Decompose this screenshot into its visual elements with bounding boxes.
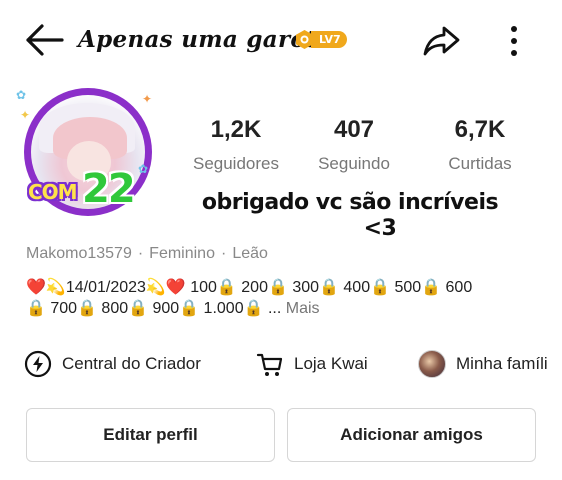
stat-value: 6,7K [454,116,506,143]
more-options-button[interactable] [500,20,528,60]
profile-avatar[interactable]: ✿ ✦ ✦ ✿ COM 22 [14,82,164,222]
edit-profile-button[interactable]: Editar perfil [26,408,275,462]
bio-line-2-wrap: 🔒 700🔒 800🔒 900🔒 1.000🔒 ... Mais [26,298,546,319]
avatar-badge-text: COM [28,180,78,204]
back-arrow-icon [26,24,64,56]
overlay-caption-line2: <3 [363,216,397,241]
zodiac-sign: Leão [232,245,268,262]
profile-bio: ❤️💫14/01/2023💫❤️ 100🔒 200🔒 300🔒 400🔒 500… [26,277,546,319]
lightning-icon [24,350,52,378]
shortcut-label: Central do Criador [62,354,201,373]
username: Makomo13579 [26,245,132,262]
bio-line-2: 🔒 700🔒 800🔒 900🔒 1.000🔒 ... [26,300,282,317]
more-vertical-icon [511,26,517,56]
separator: · [137,245,144,262]
stat-likes[interactable]: 6,7K Curtidas [420,116,540,174]
stat-value: 1,2K [210,116,262,143]
my-family-link[interactable]: Minha famíli [418,344,548,384]
top-bar: Apenas uma garota LV7 [0,0,562,84]
overlay-caption: obrigado vc são incríveis <3 [170,190,530,242]
stat-value: 407 [333,116,375,143]
share-icon [423,26,460,56]
profile-info-line: Makomo13579 · Feminino · Leão [26,245,268,263]
level-badge: LV7 [294,29,347,50]
back-button[interactable] [22,18,66,62]
share-button[interactable] [420,20,464,60]
family-avatar [418,350,446,378]
overlay-caption-line1: obrigado vc são incríveis [201,190,499,215]
shortcut-label: Minha famíli [456,354,548,373]
stat-label: Seguidores [192,154,279,173]
gender: Feminino [149,245,215,262]
shortcut-label: Loja Kwai [294,354,368,373]
creator-center-link[interactable]: Central do Criador [24,344,201,384]
sparkle-icon: ✿ [138,162,149,176]
separator: · [220,245,227,262]
avatar-badge-number: 22 [82,166,136,212]
sparkle-icon: ✦ [142,92,153,106]
sparkle-icon: ✿ [16,88,27,102]
add-friends-button[interactable]: Adicionar amigos [287,408,536,462]
cart-icon [256,350,284,378]
bio-line-1: ❤️💫14/01/2023💫❤️ 100🔒 200🔒 300🔒 400🔒 500… [26,279,473,296]
stat-following[interactable]: 407 Seguindo [294,116,414,174]
level-label: LV7 [311,31,347,48]
shortcuts-row: Central do Criador Loja Kwai Minha famíl… [0,344,562,384]
kwai-shop-link[interactable]: Loja Kwai [256,344,368,384]
sparkle-icon: ✦ [20,108,31,122]
profile-stats: 1,2K Seguidores 407 Seguindo 6,7K Curtid… [176,116,556,186]
stat-label: Curtidas [448,154,512,173]
stat-label: Seguindo [318,154,390,173]
bio-more-link[interactable]: Mais [286,300,320,317]
stat-followers[interactable]: 1,2K Seguidores [176,116,296,174]
